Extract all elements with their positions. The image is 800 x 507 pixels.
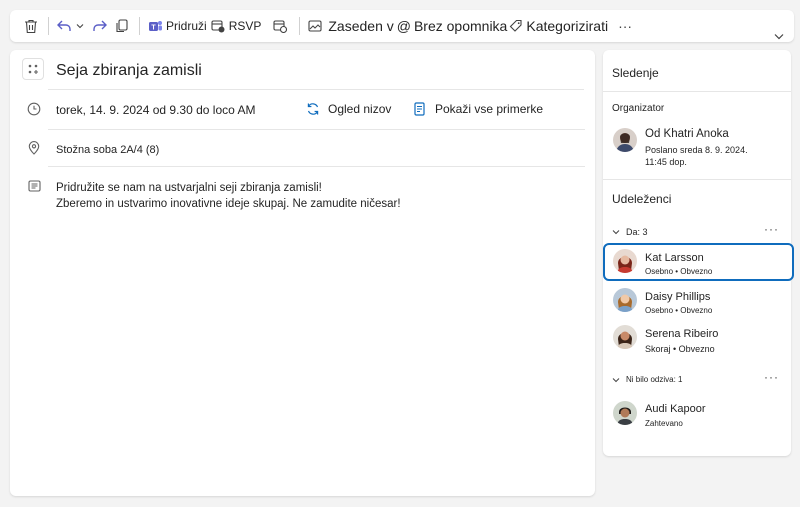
busy-label: Zaseden v — [328, 18, 394, 34]
reply-icon — [55, 17, 73, 35]
organizer-heading: Organizator — [612, 103, 665, 114]
join-button[interactable]: T Pridruži — [146, 14, 207, 38]
command-bar: T Pridruži RSVP Zaseden v @ Brez opomnik… — [10, 10, 794, 42]
copy-icon — [113, 17, 131, 35]
event-location: Stožna soba 2A/4 (8) — [56, 144, 160, 156]
toolbar-divider — [139, 17, 140, 35]
divider — [603, 91, 791, 92]
schedule-button[interactable] — [271, 14, 293, 38]
chevron-down-icon — [612, 377, 622, 383]
attendee-avatar — [613, 249, 637, 273]
view-series-label: Ogled nizov — [328, 102, 392, 116]
categorize-button[interactable]: Kategorizirati — [507, 14, 608, 38]
yes-group-label: Da: 3 — [626, 227, 648, 237]
show-instances-link[interactable]: Pokaži vse primerke — [414, 101, 543, 117]
sent-line: 11:45 dop. — [645, 157, 687, 167]
series-icon — [306, 101, 322, 117]
teams-icon: T — [146, 17, 164, 35]
attendee-name: Serena Ribeiro — [645, 328, 719, 340]
tracking-title: Sledenje — [612, 66, 659, 80]
attendee-status: Osebno • Obvezno — [645, 306, 713, 315]
yes-group-toggle[interactable]: Da: 3 — [612, 227, 648, 237]
chevron-down-icon — [73, 17, 87, 35]
attendee-status: Zahtevano — [645, 419, 683, 428]
divider — [48, 89, 584, 90]
svg-text:T: T — [151, 25, 156, 32]
reply-options-dropdown[interactable] — [73, 14, 87, 38]
event-datetime: torek, 14. 9. 2024 od 9.30 do loco AM — [56, 103, 256, 117]
attendee-avatar — [613, 401, 637, 425]
reminder-button[interactable]: @ Brez opomnika — [397, 14, 508, 38]
no-response-group-toggle[interactable]: Ni bilo odziva: 1 — [612, 375, 682, 384]
more-actions-button[interactable]: ··· — [618, 14, 632, 38]
sent-line: Poslano sreda 8. 9. 2024. — [645, 145, 748, 155]
organizer-sent-time: Poslano sreda 8. 9. 2024. 11:45 dop. — [645, 144, 748, 168]
event-type-icon — [22, 58, 44, 80]
chevron-down-icon — [612, 229, 622, 235]
attendee-name: Kat Larsson — [645, 252, 704, 264]
rsvp-button[interactable]: RSVP — [209, 14, 262, 38]
tag-icon — [507, 17, 525, 35]
divider — [48, 166, 585, 167]
body-line: Zberemo in ustvarimo inovativne ideje sk… — [56, 198, 401, 210]
chevron-down-icon — [770, 27, 788, 45]
clock-icon — [26, 101, 42, 117]
toolbar-divider — [299, 17, 301, 35]
organizer-name: Od Khatri Anoka — [645, 128, 729, 140]
busy-status-icon — [306, 17, 324, 35]
event-details-pane: Seja zbiranja zamisli torek, 14. 9. 2024… — [10, 50, 595, 496]
trash-icon — [22, 17, 40, 35]
notes-icon — [26, 178, 42, 194]
tracking-pane: Sledenje Organizator Od Khatri Anoka Pos… — [603, 50, 794, 456]
attendee-status: Skoraj • Obvezno — [645, 344, 715, 354]
view-series-link[interactable]: Ogled nizov — [306, 101, 391, 117]
more-icon: ··· — [618, 18, 633, 34]
reply-button[interactable] — [55, 14, 73, 38]
calendar-rsvp-icon — [209, 17, 227, 35]
at-icon: @ — [396, 18, 411, 34]
location-icon — [26, 140, 42, 156]
copy-button[interactable] — [113, 14, 133, 38]
forward-icon — [91, 17, 109, 35]
attendee-name: Audi Kapoor — [645, 403, 706, 415]
join-label: Pridruži — [166, 19, 207, 33]
attendee-name: Daisy Phillips — [645, 291, 711, 303]
attendee-avatar — [613, 325, 637, 349]
divider — [603, 179, 791, 180]
attendees-heading: Udeleženci — [612, 192, 672, 206]
document-icon — [414, 101, 428, 117]
divider — [48, 129, 585, 130]
calendar-clock-icon — [271, 17, 289, 35]
toolbar-divider — [48, 17, 49, 35]
no-response-group-label: Ni bilo odziva: 1 — [626, 375, 683, 384]
attendee-avatar — [613, 288, 637, 312]
no-response-group-more-button[interactable]: ··· — [764, 370, 779, 384]
expand-ribbon-button[interactable] — [770, 24, 788, 48]
show-as-button[interactable]: Zaseden v — [306, 14, 394, 38]
rsvp-label: RSVP — [228, 19, 262, 33]
reminder-label: Brez opomnika — [413, 18, 508, 34]
body-line: Pridružite se nam na ustvarjalni seji zb… — [56, 182, 322, 194]
yes-group-more-button[interactable]: ··· — [764, 222, 779, 236]
show-instances-label: Pokaži vse primerke — [435, 102, 544, 116]
forward-button[interactable] — [91, 14, 113, 38]
event-body: Pridružite se nam na ustvarjalni seji zb… — [56, 180, 401, 212]
categorize-label: Kategorizirati — [526, 18, 609, 34]
delete-button[interactable] — [22, 14, 42, 38]
event-title: Seja zbiranja zamisli — [56, 62, 202, 79]
organizer-avatar — [613, 128, 637, 152]
attendee-status: Osebno • Obvezno — [645, 267, 713, 276]
